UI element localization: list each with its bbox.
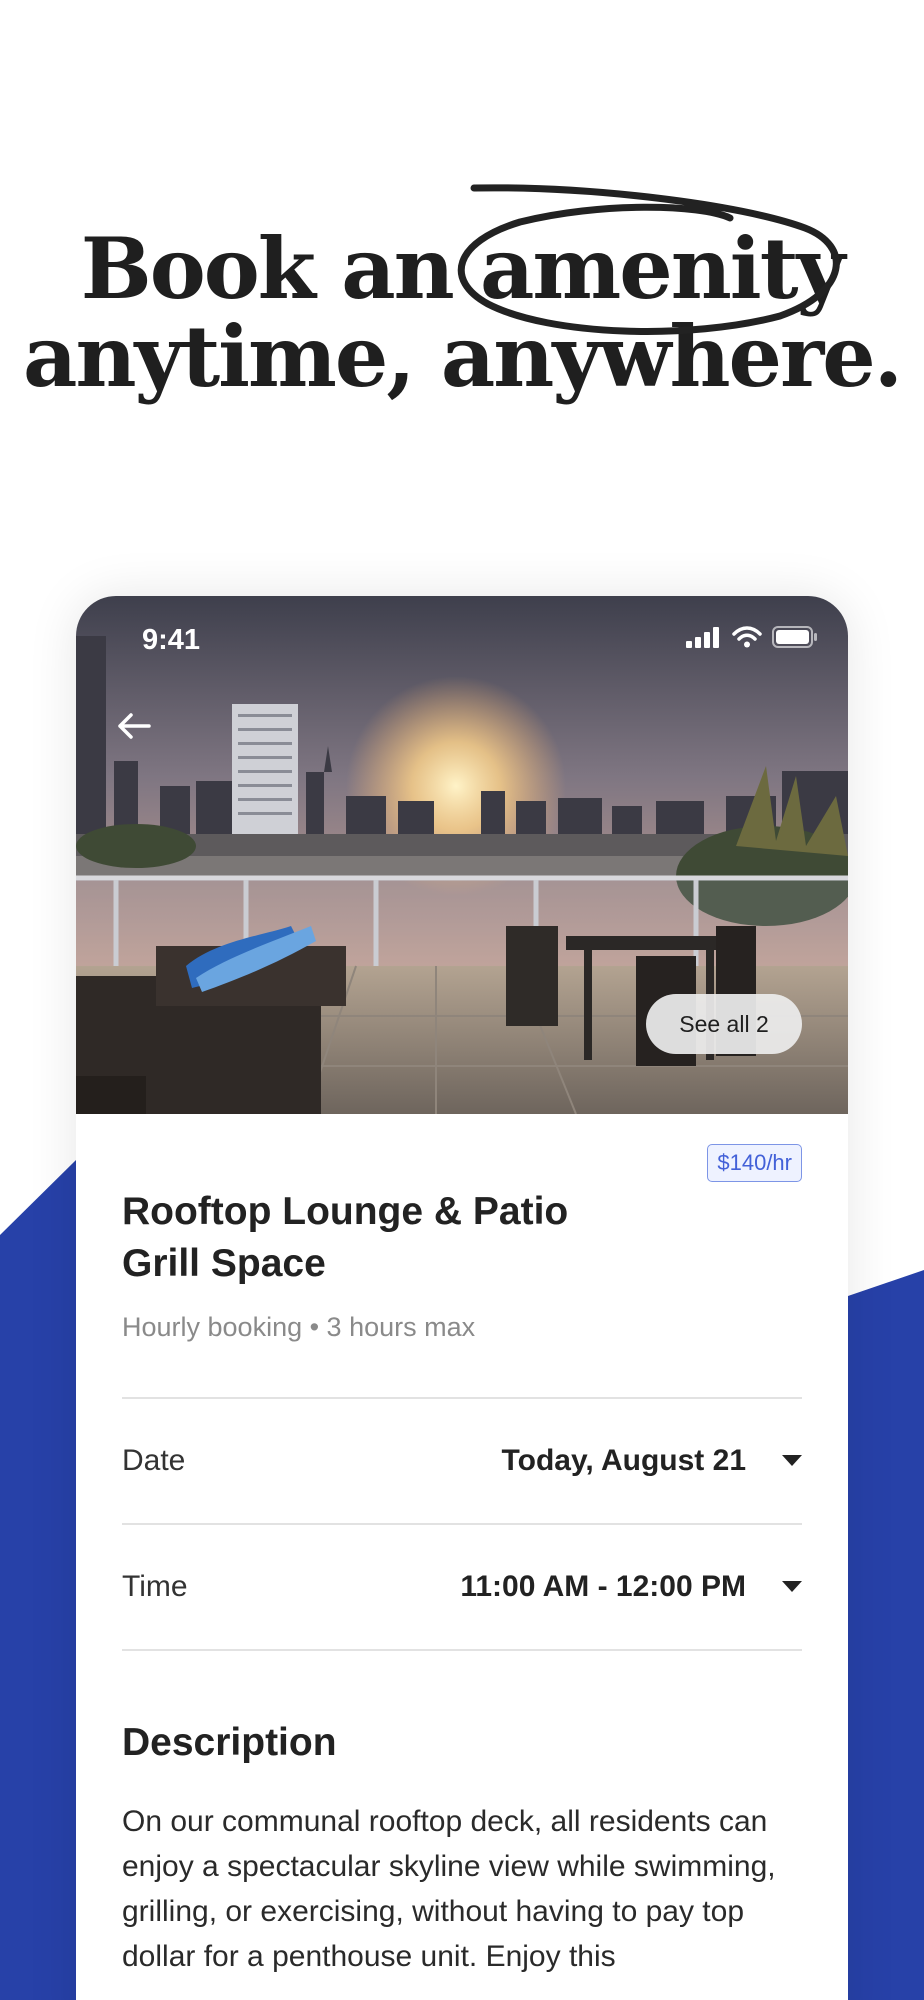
arrow-left-icon — [118, 713, 151, 739]
status-bar: 9:41 — [76, 596, 848, 692]
phone-mockup: 9:41 See all 2 $140/hr Rooftop Lounge & … — [76, 596, 848, 2000]
date-label: Date — [122, 1444, 186, 1477]
headline-line-1: Book an amenity — [0, 225, 924, 313]
see-all-photos-button[interactable]: See all 2 — [646, 994, 802, 1054]
app-store-screenshot: Book an amenity anytime, anywhere. 9:41 … — [0, 0, 924, 2000]
status-time: 9:41 — [142, 624, 201, 656]
back-button[interactable] — [106, 704, 162, 748]
marketing-headline: Book an amenity anytime, anywhere. — [0, 225, 924, 401]
status-icons — [686, 626, 818, 648]
battery-icon — [772, 626, 817, 648]
date-selector[interactable]: Date Today, August 21 — [122, 1399, 802, 1523]
headline-prefix: Book an — [80, 219, 480, 318]
amenity-details: $140/hr Rooftop Lounge & Patio Grill Spa… — [76, 1114, 848, 1979]
amenity-title: Rooftop Lounge & Patio Grill Space — [122, 1190, 569, 1285]
time-value: 11:00 AM - 12:00 PM — [460, 1570, 746, 1603]
time-label: Time — [122, 1570, 188, 1603]
caret-down-icon — [782, 1581, 802, 1592]
signal-icon — [686, 627, 719, 648]
booking-info: Hourly booking • 3 hours max — [122, 1312, 476, 1342]
description-text: On our communal rooftop deck, all reside… — [122, 1805, 776, 1973]
caret-down-icon — [782, 1455, 802, 1466]
description-heading: Description — [122, 1721, 337, 1764]
headline-line-2: anytime, anywhere. — [23, 307, 903, 406]
date-value: Today, August 21 — [501, 1444, 746, 1477]
headline-highlight-word: amenity — [479, 219, 845, 318]
wifi-icon — [732, 626, 762, 648]
time-selector[interactable]: Time 11:00 AM - 12:00 PM — [122, 1525, 802, 1649]
amenity-photo: 9:41 See all 2 — [76, 596, 848, 1114]
price-badge: $140/hr — [707, 1144, 802, 1182]
